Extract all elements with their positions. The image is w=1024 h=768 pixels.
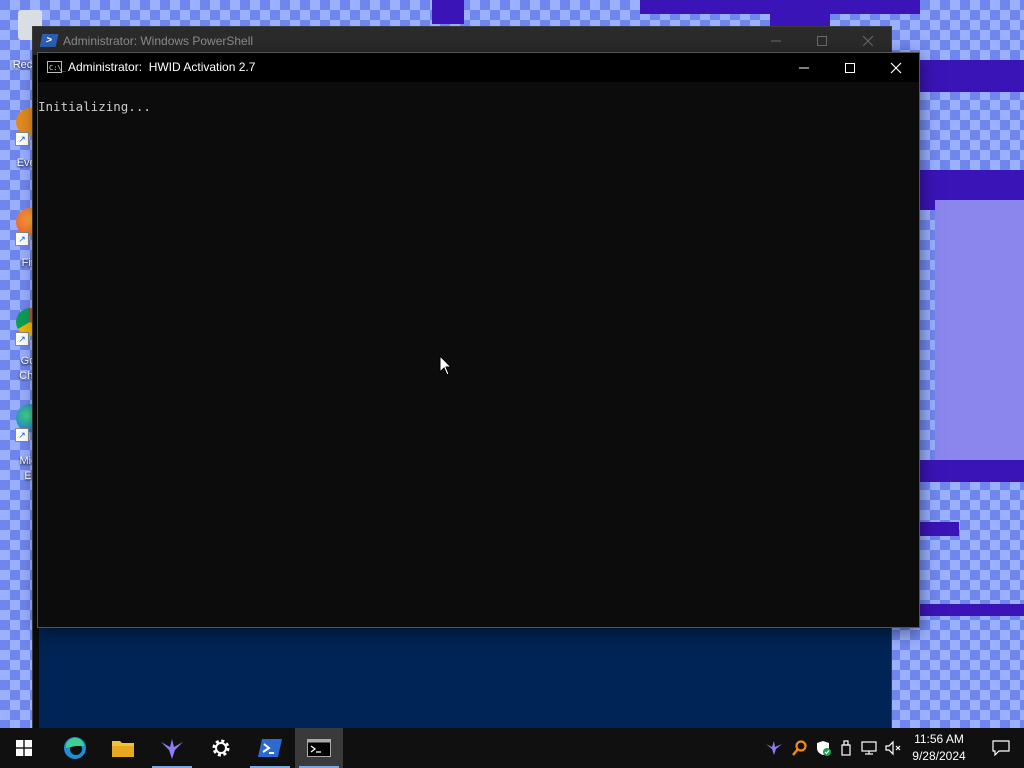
shortcut-arrow-icon: ↗ [15,232,29,246]
wallpaper-shape [919,60,1024,92]
notification-center-button[interactable] [978,728,1024,768]
powershell-icon: > [39,34,59,47]
taskbar-settings[interactable] [197,728,245,768]
bird-icon [161,739,183,759]
shield-icon [817,741,831,756]
start-button[interactable] [0,728,48,768]
folder-icon [112,741,134,757]
wallpaper-shape [935,200,1024,476]
usb-icon [841,740,851,756]
network-icon [861,741,877,755]
maximize-icon [817,36,827,46]
wallpaper-shape [919,604,1024,616]
mouse-pointer-icon [439,355,453,376]
cmd-titlebar[interactable]: C:\_ Administrator: HWID Activation 2.7 [38,53,919,82]
maximize-button[interactable] [827,53,873,82]
minimize-icon [771,40,781,42]
tray-volume-icon[interactable] [884,738,904,758]
taskbar-cmd[interactable] [295,728,343,768]
close-icon [890,62,902,73]
taskbar-file-explorer[interactable] [99,728,147,768]
minimize-button[interactable] [781,53,827,82]
shortcut-arrow-icon: ↗ [15,428,29,442]
wallpaper-shape [770,12,830,26]
close-icon [863,36,873,46]
taskbar-clock[interactable]: 11:56 AM 9/28/2024 [905,731,973,765]
cmd-icon: C:\_ [47,61,66,73]
notification-icon [992,740,1010,756]
clock-time: 11:56 AM [914,732,964,746]
taskbar-edge[interactable] [51,728,99,768]
maximize-icon [845,62,855,73]
console-output[interactable]: Initializing... [38,82,919,627]
tray-security-icon[interactable] [813,738,833,758]
close-button[interactable] [845,27,891,55]
cmd-icon [307,739,331,757]
wallpaper-shape [919,522,959,536]
taskbar: 11:56 AM 9/28/2024 [0,728,1024,768]
shortcut-arrow-icon: ↗ [15,132,29,146]
volume-muted-icon [885,740,901,756]
window-title: Administrator: Windows PowerShell [63,34,254,48]
minimize-icon [799,67,809,68]
close-button[interactable] [873,53,919,82]
tray-bird-icon[interactable] [764,738,784,758]
window-title: Administrator: HWID Activation 2.7 [68,60,256,74]
search-icon [792,740,807,756]
edge-icon [64,737,86,759]
powershell-titlebar[interactable]: > Administrator: Windows PowerShell [33,27,891,55]
tray-search-icon[interactable] [789,738,809,758]
console-line: Initializing... [38,99,151,114]
taskbar-powershell[interactable] [246,728,294,768]
clock-date: 9/28/2024 [912,749,966,763]
taskbar-app-bird[interactable] [148,728,196,768]
gear-icon [212,739,230,757]
maximize-button[interactable] [799,27,845,55]
wallpaper-shape [432,0,464,24]
bird-icon [766,741,782,755]
powershell-icon [258,739,282,757]
minimize-button[interactable] [753,27,799,55]
shortcut-arrow-icon: ↗ [15,332,29,346]
tray-network-icon[interactable] [860,738,880,758]
tray-usb-icon[interactable] [836,738,856,758]
windows-logo-icon [16,740,32,756]
cmd-window[interactable]: C:\_ Administrator: HWID Activation 2.7 … [38,53,919,627]
wallpaper-shape [919,460,1024,482]
